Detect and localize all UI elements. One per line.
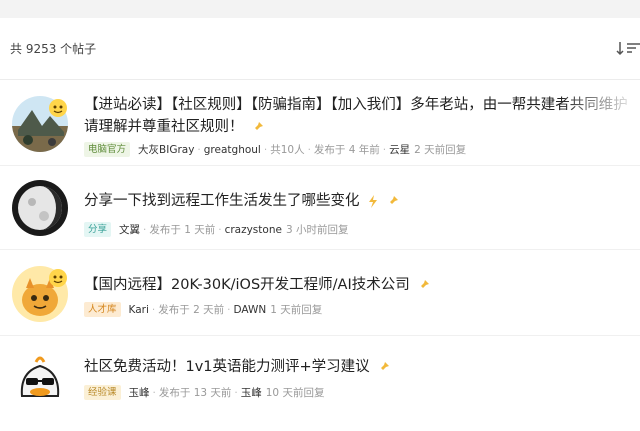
author-link[interactable]: 玉峰 (129, 385, 150, 400)
reply-user-link[interactable]: 玉峰 (241, 385, 262, 400)
separator: · (227, 303, 231, 316)
reply-time: 1 天前回复 (270, 304, 323, 316)
separator: · (307, 143, 311, 156)
author-link[interactable]: Kari (129, 304, 149, 316)
post-title[interactable]: 分享一下找到远程工作生活发生了哪些变化 (84, 190, 640, 212)
sort-icon[interactable] (614, 36, 640, 60)
posted-time: 发布于 1 天前 (149, 224, 216, 236)
separator: · (263, 143, 268, 156)
reply-time: 10 天前回复 (265, 387, 325, 399)
category-tag[interactable]: 分享 (84, 222, 112, 237)
separator: · (234, 386, 238, 399)
badge-icon (49, 99, 67, 117)
title-overflow-fade (560, 95, 640, 145)
post-title-text: 社区免费活动！1v1英语能力测评+学习建议 (84, 359, 370, 375)
list-item[interactable]: 【进站必读】【社区规则】【防骗指南】【加入我们】多年老站，由一帮共建者共同维护 … (0, 80, 640, 166)
list-item[interactable]: 分享一下找到远程工作生活发生了哪些变化 分享 文翼 · 发布于 1 天前 · c… (0, 166, 640, 250)
post-title[interactable]: 社区免费活动！1v1英语能力测评+学习建议 (84, 356, 640, 378)
pin-icon (387, 196, 398, 206)
post-title-text: 【国内远程】20K-30K/iOS开发工程师/AI技术公司 (84, 277, 410, 293)
post-count: 共 9253 个帖子 (10, 42, 97, 56)
last-replier-link[interactable]: greatghoul (204, 144, 261, 156)
separator: · (382, 143, 387, 156)
posted-time: 发布于 4 年前 (313, 144, 380, 156)
pin-icon (253, 122, 264, 132)
posted-time: 发布于 2 天前 (158, 304, 225, 316)
participant-count: 共10人 (270, 144, 305, 156)
reply-user-link[interactable]: DAWN (233, 304, 266, 316)
category-tag[interactable]: 经验课 (84, 385, 121, 400)
posted-time: 发布于 13 天前 (158, 387, 232, 399)
author-link[interactable]: 文翼 (119, 222, 140, 237)
post-meta: 人才库 Kari · 发布于 2 天前 · DAWN 1 天前回复 (84, 302, 322, 317)
separator: · (143, 223, 147, 236)
reply-user-link[interactable]: crazystone (225, 224, 282, 236)
post-title[interactable]: 【进站必读】【社区规则】【防骗指南】【加入我们】多年老站，由一帮共建者共同维护 (84, 94, 640, 116)
post-title-line2: 请理解并尊重社区规则！ (84, 119, 244, 135)
avatar[interactable] (12, 352, 68, 408)
separator: · (197, 143, 201, 156)
post-title-text: 分享一下找到远程工作生活发生了哪些变化 (84, 193, 360, 209)
separator: · (152, 386, 156, 399)
category-tag[interactable]: 人才库 (84, 302, 121, 317)
post-meta: 电脑官方 大灰BIGray · greatghoul · 共10人 · 发布于 … (84, 142, 466, 157)
top-bar-strip (0, 0, 640, 18)
list-item[interactable]: 社区免费活动！1v1英语能力测评+学习建议 经验课 玉峰 · 发布于 13 天前… (0, 336, 640, 431)
separator: · (218, 223, 222, 236)
post-title[interactable]: 【国内远程】20K-30K/iOS开发工程师/AI技术公司 (84, 274, 640, 296)
list-item[interactable]: 【国内远程】20K-30K/iOS开发工程师/AI技术公司 人才库 Kari ·… (0, 250, 640, 336)
post-meta: 分享 文翼 · 发布于 1 天前 · crazystone 3 小时前回复 (84, 222, 348, 237)
reply-user-link[interactable]: 云星 (389, 142, 410, 157)
list-header: 共 9253 个帖子 (0, 18, 640, 80)
author-link[interactable]: 大灰BIGray (138, 142, 194, 157)
post-title-continued[interactable]: 请理解并尊重社区规则！ (84, 116, 264, 138)
reply-time: 3 小时前回复 (285, 224, 349, 236)
bolt-icon (369, 194, 378, 208)
avatar[interactable] (12, 180, 68, 236)
badge-icon (49, 269, 67, 287)
pin-icon (379, 362, 390, 372)
reply-time: 2 天前回复 (414, 144, 467, 156)
pin-icon (419, 280, 430, 290)
post-meta: 经验课 玉峰 · 发布于 13 天前 · 玉峰 10 天前回复 (84, 385, 324, 400)
category-tag[interactable]: 电脑官方 (84, 142, 131, 157)
separator: · (151, 303, 156, 316)
